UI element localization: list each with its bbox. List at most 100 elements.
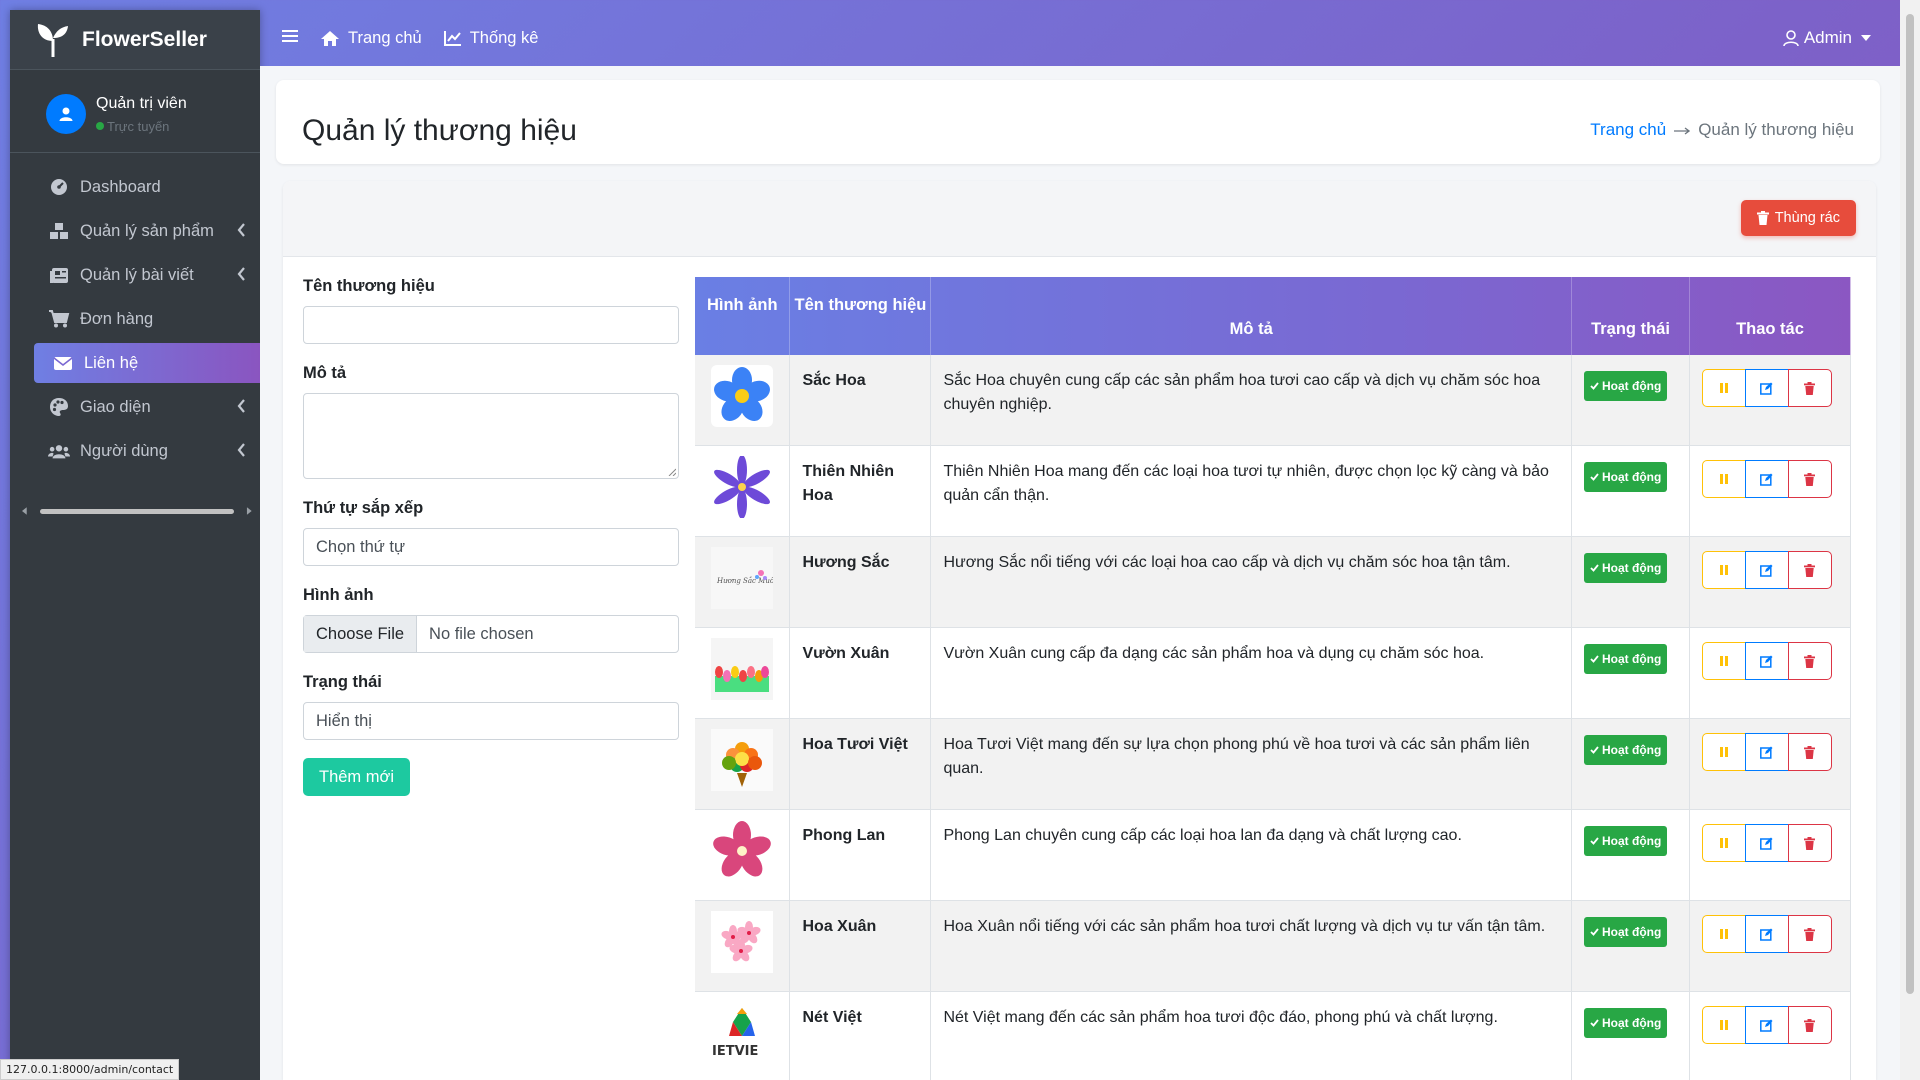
pause-button[interactable] <box>1701 915 1746 953</box>
nav-stats-link[interactable]: Thống kê <box>443 29 538 48</box>
trash-icon <box>1804 836 1816 850</box>
delete-button[interactable] <box>1787 733 1832 771</box>
edit-button[interactable] <box>1744 460 1789 498</box>
edit-icon <box>1760 382 1773 395</box>
sidebar-item-dashboard[interactable]: Dashboard <box>34 167 260 207</box>
trash-icon <box>1804 563 1816 577</box>
edit-icon <box>1760 1019 1773 1032</box>
delete-button[interactable] <box>1787 1006 1832 1044</box>
delete-button[interactable] <box>1787 915 1832 953</box>
brand-status-cell: Hoạt động <box>1571 900 1690 992</box>
edit-button[interactable] <box>1744 824 1789 862</box>
add-brand-button[interactable]: Thêm mới <box>303 758 410 796</box>
brand-form: Tên thương hiệu Mô tả Thứ tự sắp xếp Chọ… <box>303 277 679 796</box>
nav-home-link[interactable]: Trang chủ <box>320 29 422 48</box>
sidebar-item-label: Quản lý bài viết <box>80 265 194 284</box>
pause-button[interactable] <box>1701 551 1746 589</box>
user-name[interactable]: Quản trị viên <box>96 95 187 113</box>
sidebar-item-contact[interactable]: Liên hệ <box>34 343 260 383</box>
trash-button-label: Thùng rác <box>1774 210 1840 226</box>
edit-button[interactable] <box>1744 551 1789 589</box>
brand-image-cell <box>695 900 791 992</box>
envelope-icon <box>52 352 74 374</box>
brand-name-cell: Phong Lan <box>789 809 932 901</box>
brand[interactable]: FlowerSeller <box>10 10 260 70</box>
leaf-logo-icon <box>37 23 68 57</box>
sidebar-item-products[interactable]: Quản lý sản phẩm <box>34 211 260 251</box>
admin-dropdown[interactable]: Admin <box>1783 28 1872 48</box>
brand-name-cell: Hương Sắc <box>789 536 932 628</box>
sidebar-item-appearance[interactable]: Giao diện <box>34 387 260 427</box>
status-badge: Hoạt động <box>1584 644 1668 674</box>
scroll-right-icon[interactable] <box>246 507 252 515</box>
sidebar-item-label: Quản lý sản phẩm <box>80 221 214 240</box>
sidebar-item-orders[interactable]: Đơn hàng <box>34 299 260 339</box>
edit-button[interactable] <box>1744 642 1789 680</box>
brand-thumbnail <box>711 820 774 882</box>
edit-button[interactable] <box>1744 369 1789 407</box>
pause-icon <box>1719 747 1728 757</box>
check-icon <box>1590 655 1599 663</box>
scrollbar-thumb[interactable] <box>39 508 235 514</box>
online-dot-icon <box>96 122 104 130</box>
sidebar-item-users[interactable]: Người dùng <box>34 431 260 471</box>
status-select[interactable]: Hiển thị <box>303 702 679 740</box>
nav-home-label: Trang chủ <box>348 28 422 47</box>
pause-icon <box>1719 1020 1728 1030</box>
pause-button[interactable] <box>1701 824 1746 862</box>
menu-toggle-icon[interactable] <box>282 29 298 48</box>
col-header-actions: Thao tác <box>1689 277 1852 355</box>
pause-button[interactable] <box>1701 1006 1746 1044</box>
brand-description-cell: Nét Việt mang đến các sản phẩm hoa tươi … <box>930 991 1573 1080</box>
description-textarea[interactable] <box>303 393 679 479</box>
brand-thumbnail <box>711 365 774 427</box>
pause-button[interactable] <box>1701 460 1746 498</box>
brand-image-cell <box>695 809 791 901</box>
sidebar-item-posts[interactable]: Quản lý bài viết <box>34 255 260 295</box>
sidebar-item-label: Liên hệ <box>84 353 139 372</box>
edit-button[interactable] <box>1744 1006 1789 1044</box>
delete-button[interactable] <box>1787 642 1832 680</box>
delete-button[interactable] <box>1787 369 1832 407</box>
card-header: Thùng rác <box>283 181 1876 257</box>
brand-actions-cell <box>1689 718 1852 810</box>
arrow-right-icon <box>1674 120 1691 140</box>
brand-name-input[interactable] <box>303 306 679 344</box>
pause-button[interactable] <box>1701 733 1746 771</box>
brand-status-cell: Hoạt động <box>1571 718 1690 810</box>
delete-button[interactable] <box>1787 551 1832 589</box>
pause-icon <box>1719 565 1728 575</box>
brand-actions-cell <box>1689 445 1852 537</box>
col-header-name: Tên thương hiệu <box>789 277 932 355</box>
choose-file-button[interactable]: Choose File <box>304 616 418 652</box>
user-panel: Quản trị viên Trực tuyến <box>10 70 260 153</box>
breadcrumb-home-link[interactable]: Trang chủ <box>1590 120 1666 140</box>
status-badge: Hoạt động <box>1584 371 1668 401</box>
newspaper-icon <box>48 264 70 286</box>
trash-button[interactable]: Thùng rác <box>1740 200 1856 236</box>
brand-actions-cell <box>1689 991 1852 1080</box>
edit-button[interactable] <box>1744 915 1789 953</box>
table-row: Sắc Hoa Sắc Hoa chuyên cung cấp các sản p… <box>695 355 1852 446</box>
scroll-left-icon[interactable] <box>22 507 28 515</box>
resize-handle-icon[interactable] <box>668 468 676 476</box>
order-select[interactable]: Chọn thứ tự <box>303 528 679 566</box>
check-icon <box>1590 928 1599 936</box>
brand-description-cell: Sắc Hoa chuyên cung cấp các sản phẩm hoa… <box>930 355 1573 446</box>
sidebar-horizontal-scrollbar[interactable] <box>22 504 252 518</box>
window-scrollbar-thumb[interactable] <box>1906 14 1914 994</box>
edit-button[interactable] <box>1744 733 1789 771</box>
delete-button[interactable] <box>1787 460 1832 498</box>
brand-name-cell: Hoa Xuân <box>789 900 932 992</box>
image-file-input[interactable]: Choose File No file chosen <box>303 615 679 653</box>
pause-button[interactable] <box>1701 642 1746 680</box>
table-row: IETVIE Nét Việt Nét Việt mang đến các sản … <box>695 991 1852 1080</box>
home-icon <box>321 30 339 46</box>
table-row: Thiên Nhiên Hoa Thiên Nhiên Hoa mang đến … <box>695 445 1852 537</box>
brand-description-cell: Hoa Xuân nổi tiếng với các sản phẩm hoa … <box>930 900 1573 992</box>
palette-icon <box>48 396 70 418</box>
brand-name-cell: Hoa Tươi Việt <box>789 718 932 810</box>
brand-thumbnail <box>711 911 774 973</box>
pause-button[interactable] <box>1701 369 1746 407</box>
delete-button[interactable] <box>1787 824 1832 862</box>
